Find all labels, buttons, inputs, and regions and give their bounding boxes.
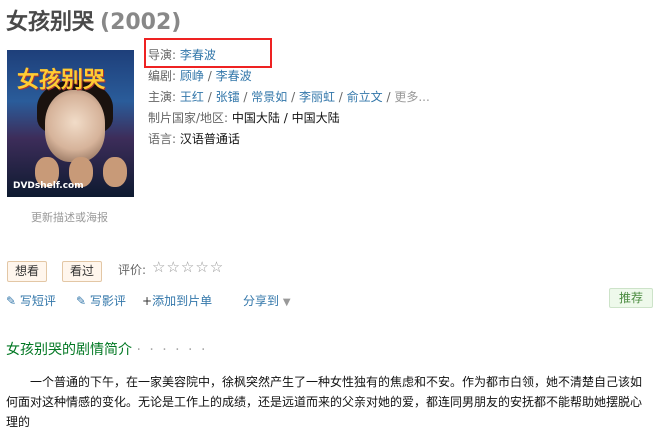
heading-dots: · · · · · · — [136, 342, 208, 358]
plus-icon: + — [142, 294, 153, 308]
cast-link[interactable]: 王红 — [180, 90, 204, 104]
short-review-label: 写短评 — [19, 294, 56, 308]
add-list-label: 添加到片单 — [152, 294, 213, 308]
poster-figure — [103, 157, 127, 187]
cast-more-link[interactable]: 更多... — [394, 90, 429, 104]
country-value: 中国大陆 / 中国大陆 — [231, 111, 340, 125]
cast-row: 主演: 王红 / 张镭 / 常景如 / 李丽虹 / 俞立文 / 更多... — [148, 90, 430, 104]
rating-stars[interactable]: ☆☆☆☆☆ — [152, 258, 224, 276]
cast-label: 主演: — [148, 90, 177, 104]
share-action[interactable]: 分享到 ▼ — [243, 292, 291, 309]
language-row: 语言: 汉语普通话 — [148, 129, 430, 150]
update-poster-link[interactable]: 更新描述或海报 — [31, 209, 108, 225]
short-review-action[interactable]: ✎ 写短评 — [6, 292, 56, 309]
recommend-button[interactable]: 推荐 — [609, 288, 653, 308]
country-label: 制片国家/地区: — [148, 111, 229, 125]
synopsis-heading: 女孩别哭的剧情简介 · · · · · · — [6, 339, 207, 359]
writer-link[interactable]: 李春波 — [216, 69, 252, 83]
movie-poster[interactable]: 女孩别哭 DVDshelf.com — [7, 50, 134, 197]
writer-row: 编剧: 顾峥 / 李春波 — [148, 69, 252, 83]
movie-title: 女孩别哭 (2002) — [6, 4, 181, 36]
chevron-down-icon: ▼ — [282, 297, 291, 308]
cast-link[interactable]: 张镭 — [216, 90, 240, 104]
share-label: 分享到 — [243, 294, 280, 308]
review-label: 写影评 — [89, 294, 126, 308]
review-action[interactable]: ✎ 写影评 — [76, 292, 126, 309]
add-list-action[interactable]: +添加到片单 — [142, 292, 212, 309]
country-row: 制片国家/地区: 中国大陆 / 中国大陆 — [148, 108, 430, 129]
writer-link[interactable]: 顾峥 — [180, 69, 204, 83]
want-to-watch-button[interactable]: 想看 — [7, 261, 48, 282]
synopsis-title: 女孩别哭的剧情简介 — [6, 342, 132, 358]
cast-link[interactable]: 常景如 — [251, 90, 287, 104]
language-label: 语言: — [148, 132, 177, 146]
synopsis-paragraph: 一个普通的下午，在一家美容院中，徐枫突然产生了一种女性独有的焦虑和不安。作为都市… — [6, 375, 643, 429]
poster-title: 女孩别哭 — [17, 67, 106, 93]
synopsis-text: 一个普通的下午，在一家美容院中，徐枫突然产生了一种女性独有的焦虑和不安。作为都市… — [6, 372, 646, 432]
movie-year: (2002) — [100, 10, 182, 35]
cast-link[interactable]: 李丽虹 — [299, 90, 335, 104]
poster-brand: DVDshelf.com — [13, 181, 84, 191]
comment-icon: ✎ — [6, 294, 17, 308]
writer-label: 编剧: — [148, 69, 177, 83]
cast-link[interactable]: 俞立文 — [347, 90, 383, 104]
movie-name: 女孩别哭 — [6, 10, 95, 35]
pen-icon: ✎ — [76, 294, 87, 308]
director-highlight-box — [144, 38, 272, 68]
watched-button[interactable]: 看过 — [62, 261, 103, 282]
language-value: 汉语普通话 — [179, 132, 240, 146]
poster-face — [45, 90, 105, 162]
rating-label: 评价: — [118, 263, 147, 277]
